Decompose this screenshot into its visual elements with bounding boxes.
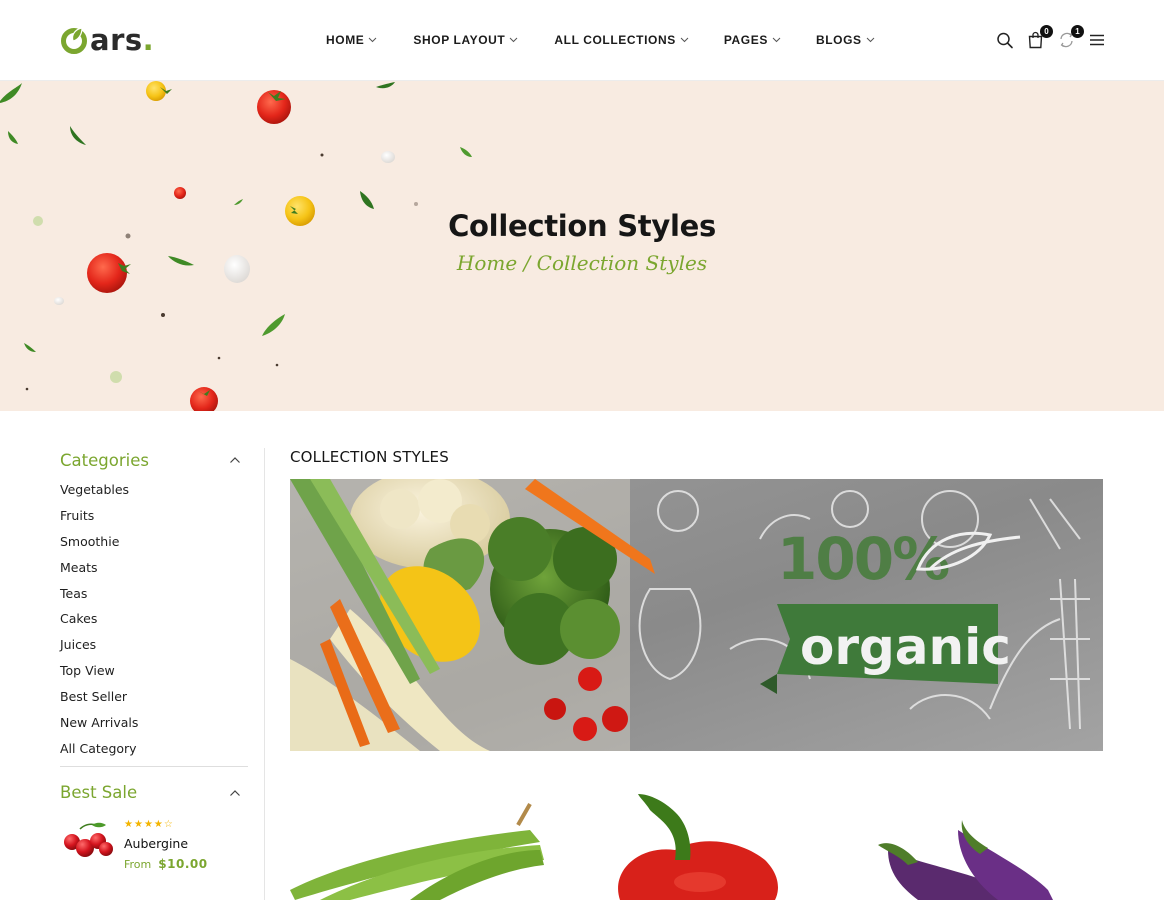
logo-text: ars. <box>90 25 154 55</box>
category-cakes[interactable]: Cakes <box>60 609 250 635</box>
cart-button[interactable]: 0 <box>1025 25 1053 51</box>
banner-organic-text: organic <box>800 618 1011 676</box>
hamburger-menu-icon <box>1090 34 1104 46</box>
category-best-seller[interactable]: Best Seller <box>60 687 250 713</box>
product-card-image-green-beans[interactable] <box>290 790 546 900</box>
star-empty-icon: ☆ <box>163 818 174 830</box>
sidebar: Categories Vegetables Fruits Smoothie Me… <box>60 448 250 871</box>
compare-button[interactable]: 1 <box>1056 25 1084 51</box>
product-price: From $10.00 <box>124 857 208 871</box>
nav-shop-layout[interactable]: SHOP LAYOUT <box>413 32 518 48</box>
category-fruits[interactable]: Fruits <box>60 506 250 532</box>
category-teas[interactable]: Teas <box>60 584 250 610</box>
green-beans-image <box>290 803 544 900</box>
nav-shop-layout-label: SHOP LAYOUT <box>413 33 506 47</box>
category-all-category[interactable]: All Category <box>60 739 250 765</box>
best-sale-title: Best Sale <box>60 783 138 803</box>
organic-banner-image: 100% organic <box>290 479 1103 751</box>
breadcrumb-separator: / <box>517 251 537 275</box>
collection-banner[interactable]: 100% organic <box>290 479 1103 751</box>
logo[interactable]: ars. <box>60 22 154 58</box>
best-sale-header[interactable]: Best Sale <box>60 781 250 805</box>
product-info: ★★★★☆ Aubergine From $10.00 <box>124 819 208 871</box>
main-nav: HOME SHOP LAYOUT ALL COLLECTIONS PAGES B… <box>326 32 875 48</box>
eggplants-image <box>878 820 1053 900</box>
breadcrumb-home-link[interactable]: Home <box>457 251 517 275</box>
product-name[interactable]: Aubergine <box>124 836 208 851</box>
sidebar-divider <box>264 448 265 900</box>
category-vegetables[interactable]: Vegetables <box>60 480 250 506</box>
logo-wordmark: ars. <box>90 23 155 57</box>
red-bell-pepper-image <box>618 794 778 900</box>
nav-blogs-label: BLOGS <box>815 33 862 47</box>
product-card-image-eggplants[interactable] <box>848 790 1104 900</box>
category-juices[interactable]: Juices <box>60 635 250 661</box>
nav-all-collections-label: ALL COLLECTIONS <box>554 33 676 47</box>
best-sale-product[interactable]: ★★★★☆ Aubergine From $10.00 <box>60 819 250 871</box>
chevron-up-icon <box>230 789 240 796</box>
star-filled-icon: ★ <box>143 818 154 830</box>
star-filled-icon: ★ <box>153 818 164 830</box>
search-button[interactable] <box>994 29 1016 51</box>
breadcrumb-current: Collection Styles <box>536 251 708 275</box>
chevron-down-icon <box>369 37 377 43</box>
search-icon <box>997 32 1013 49</box>
page-title: Collection Styles <box>448 209 716 243</box>
nav-blogs[interactable]: BLOGS <box>816 32 875 48</box>
chevron-down-icon <box>510 37 518 43</box>
star-filled-icon: ★ <box>124 818 134 830</box>
category-meats[interactable]: Meats <box>60 558 250 584</box>
nav-home-label: HOME <box>326 33 365 47</box>
product-thumbnail-cherries <box>64 822 113 857</box>
sidebar-rule <box>60 765 248 767</box>
nav-home[interactable]: HOME <box>326 32 377 48</box>
chevron-down-icon <box>772 37 781 43</box>
price-value: $10.00 <box>158 856 208 871</box>
category-smoothie[interactable]: Smoothie <box>60 532 250 558</box>
categories-title: Categories <box>60 450 149 470</box>
hero-decoration-illustration <box>0 81 472 411</box>
star-filled-icon: ★ <box>133 818 144 830</box>
chevron-up-icon <box>230 457 240 463</box>
category-top-view[interactable]: Top View <box>60 661 250 687</box>
price-prefix: From <box>124 857 152 871</box>
breadcrumb: Home / Collection Styles <box>0 251 1164 275</box>
nav-all-collections[interactable]: ALL COLLECTIONS <box>554 32 689 48</box>
chevron-down-icon <box>866 37 874 43</box>
chevron-down-icon <box>680 37 689 43</box>
category-new-arrivals[interactable]: New Arrivals <box>60 713 250 739</box>
site-header: ars. HOME SHOP LAYOUT ALL COLLECTIONS PA… <box>0 0 1164 81</box>
section-title: COLLECTION STYLES <box>290 448 449 466</box>
page-hero: Collection Styles Home / Collection Styl… <box>0 81 1164 411</box>
menu-button[interactable] <box>1086 29 1108 51</box>
nav-pages-label: PAGES <box>723 33 768 47</box>
product-card-image-red-pepper[interactable] <box>580 790 836 900</box>
rating-stars: ★★★★☆ <box>124 819 208 831</box>
logo-dot: . <box>142 23 155 57</box>
category-list: Vegetables Fruits Smoothie Meats Teas Ca… <box>60 480 250 765</box>
nav-pages[interactable]: PAGES <box>724 32 781 48</box>
cart-count-badge: 0 <box>1040 25 1053 38</box>
categories-header[interactable]: Categories <box>60 448 250 472</box>
compare-count-badge: 1 <box>1071 25 1084 38</box>
logo-leaf-icon <box>61 27 87 54</box>
